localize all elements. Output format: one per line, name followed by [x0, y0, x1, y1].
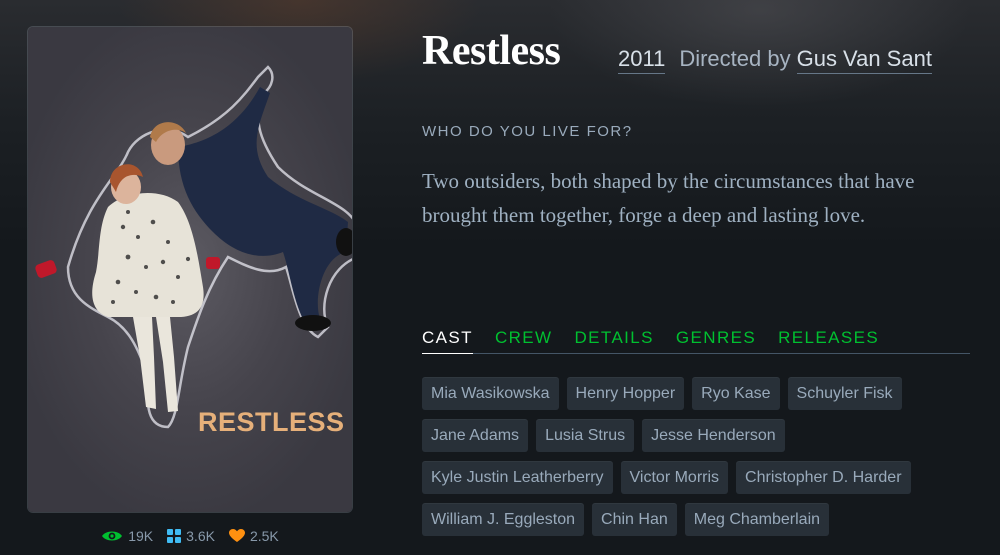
synopsis: Two outsiders, both shaped by the circum…	[422, 169, 915, 227]
views-count: 19K	[128, 528, 154, 544]
tab-releases[interactable]: RELEASES	[778, 328, 879, 348]
cast-member-chip[interactable]: Mia Wasikowska	[422, 377, 559, 410]
cast-member-chip[interactable]: William J. Eggleston	[422, 503, 585, 536]
eye-icon	[102, 531, 123, 541]
poster-artwork	[35, 65, 352, 429]
heart-icon	[228, 529, 245, 542]
figure-man	[178, 87, 348, 325]
release-year-link[interactable]: 2011	[618, 46, 666, 74]
cast-member-chip[interactable]: Chin Han	[592, 503, 677, 536]
cast-member-chip[interactable]: Schuyler Fisk	[787, 377, 902, 410]
tab-genres[interactable]: GENRES	[676, 328, 756, 348]
figure-woman	[92, 192, 204, 317]
tab-details[interactable]: DETAILS	[575, 328, 654, 348]
film-detail-tabs: CAST CREW DETAILS GENRES RELEASES	[422, 328, 970, 354]
likes-stat[interactable]: 2.5K	[228, 528, 279, 544]
lists-count: 3.6K	[186, 528, 215, 544]
tab-cast[interactable]: CAST	[422, 328, 473, 354]
tab-crew[interactable]: CREW	[495, 328, 553, 348]
cast-list: Mia Wasikowska Henry Hopper Ryo Kase Sch…	[422, 377, 978, 536]
cast-member-chip[interactable]: Jane Adams	[422, 419, 529, 452]
poster-title-text: RESTLESS	[198, 407, 345, 437]
cast-member-chip[interactable]: Kyle Justin Leatherberry	[422, 461, 613, 494]
likes-count: 2.5K	[249, 528, 279, 544]
film-poster[interactable]: RESTLESS	[28, 27, 352, 512]
film-stats: 19K 3.6K 2.5K	[28, 528, 352, 544]
cast-member-chip[interactable]: Victor Morris	[620, 461, 729, 494]
cast-member-chip[interactable]: Ryo Kase	[692, 377, 780, 410]
cast-member-chip[interactable]: Jesse Henderson	[642, 419, 785, 452]
directed-by-label: Directed by	[679, 46, 791, 71]
grid-icon	[167, 529, 182, 543]
cast-member-chip[interactable]: Henry Hopper	[566, 377, 685, 410]
tagline: WHO DO YOU LIVE FOR?	[422, 123, 633, 140]
director-link[interactable]: Gus Van Sant	[796, 46, 932, 74]
film-title: Restless	[422, 28, 561, 74]
film-meta: 2011 Directed by Gus Van Sant	[618, 46, 932, 74]
views-stat[interactable]: 19K	[101, 528, 153, 544]
directed-by: Directed by Gus Van Sant	[679, 46, 932, 74]
cast-member-chip[interactable]: Lusia Strus	[536, 419, 635, 452]
lists-stat[interactable]: 3.6K	[167, 528, 215, 544]
cast-member-chip[interactable]: Meg Chamberlain	[684, 503, 830, 536]
cast-member-chip[interactable]: Christopher D. Harder	[736, 461, 911, 494]
